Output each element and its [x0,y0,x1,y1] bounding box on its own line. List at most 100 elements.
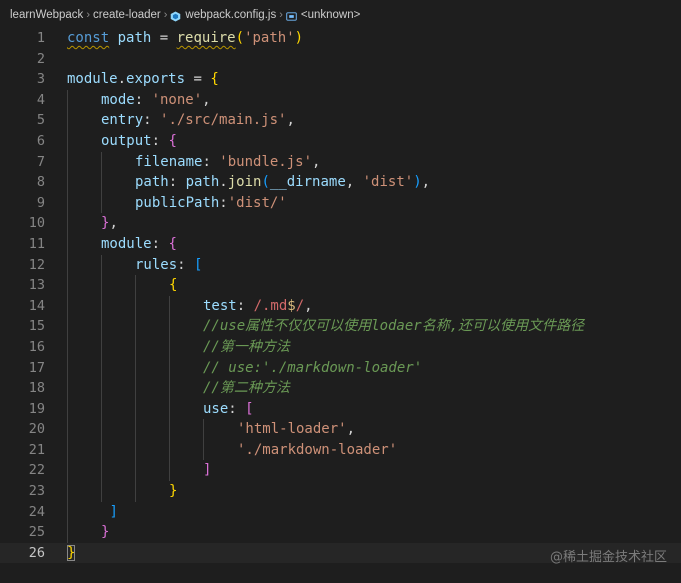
code-token: rules [135,256,178,273]
indent-guide [169,378,170,399]
indent-guide [135,439,136,461]
indent-guide [135,460,136,482]
code-token: 'html-loader' [237,421,347,438]
code-token: join [227,174,262,191]
line-content: } [101,522,109,543]
line-number: 20 [28,421,45,438]
code-line[interactable]: 21 './markdown-loader' [0,439,681,461]
line-content: //use属性不仅仅可以使用lodaer名称,还可以使用文件路径 [203,316,584,337]
code-token: filename [135,153,203,170]
code-line[interactable]: 10}, [0,213,681,234]
code-line[interactable]: 25} [0,522,681,543]
code-line[interactable]: 23} [0,481,681,502]
code-token: 'dist' [362,174,414,191]
code-token: 'bundle.js' [219,153,313,170]
indent-guide [135,336,136,358]
line-content: './markdown-loader' [237,440,397,461]
code-token: test [203,297,237,314]
line-content: 'html-loader', [237,419,355,440]
indent-guide [67,357,68,379]
code-line[interactable]: 20 'html-loader', [0,419,681,440]
code-token: const [67,30,110,46]
line-number: 4 [36,91,45,108]
line-number: 13 [28,277,45,294]
code-line[interactable]: 1 const path = require('path') [0,28,681,49]
breadcrumb-folder-learnwebpack[interactable]: learnWebpack [10,9,83,21]
code-token: ) [294,30,304,46]
code-line[interactable]: 19 use: [ [0,398,681,420]
code-area[interactable]: 1 const path = require('path') 2 3 module.ex… [0,28,681,564]
code-line[interactable]: 14 test: /.md$/, [0,295,681,317]
code-token: : [228,400,246,417]
code-token: . [219,174,228,191]
code-line[interactable]: 6 output: { [0,130,681,152]
indent-guide [135,295,136,317]
code-line[interactable]: 18 //第二种方法 [0,378,681,399]
line-content: module.exports = { [67,69,219,90]
line-number: 25 [28,524,45,541]
indent-guide [67,172,68,193]
line-number: 19 [28,400,45,417]
code-line[interactable]: 9 publicPath:'dist/' [0,192,681,214]
indent-guide [101,295,102,317]
code-token: mode [101,91,135,108]
code-token: module [101,235,152,252]
indent-guide [169,419,170,440]
breadcrumb-file-webpack-config[interactable]: webpack.config.js [185,9,276,21]
indent-guide [67,254,68,276]
code-line[interactable]: 17 // use:'./markdown-loader' [0,357,681,379]
code-token: : [219,194,228,211]
code-token: require [176,30,236,46]
code-token: ( [261,174,270,191]
code-token: use [203,400,229,417]
indent-guide [101,151,102,173]
indent-guide [67,233,68,255]
code-line[interactable]: 12 rules: [ [0,254,681,276]
code-token: { [169,277,178,294]
code-token: , [304,297,313,314]
line-number: 21 [28,441,45,458]
breadcrumb-symbol-unknown[interactable]: <unknown> [301,9,360,21]
code-line[interactable]: 5 entry: './src/main.js', [0,110,681,131]
line-content: //第二种方法 [203,378,290,399]
line-content: ] [101,502,117,523]
line-content: //第一种方法 [203,337,290,358]
indent-guide [101,316,102,337]
indent-guide [67,110,68,131]
code-line[interactable]: 4 mode: 'none', [0,89,681,111]
code-token: exports [126,71,186,88]
line-content: filename: 'bundle.js', [135,152,320,173]
code-token: { [168,132,177,149]
code-line[interactable]: 13 { [0,275,681,296]
code-token: 'dist/' [227,194,287,211]
code-line[interactable]: 2 [0,49,681,70]
code-token: / [295,297,305,314]
code-line[interactable]: 8 path: path.join(__dirname, 'dist'), [0,172,681,193]
breadcrumb-folder-create-loader[interactable]: create-loader [93,9,161,21]
line-number: 10 [28,215,45,232]
code-token: __dirname [269,174,346,191]
code-line[interactable]: 7 filename: 'bundle.js', [0,151,681,173]
line-number: 18 [28,380,45,397]
watermark: @稀土掘金技术社区 [549,550,667,565]
code-line[interactable]: 16 //第一种方法 [0,336,681,358]
code-line[interactable]: 11 module: { [0,233,681,255]
code-token: : [202,153,220,170]
code-token: path [135,174,169,191]
code-line[interactable]: 15 //use属性不仅仅可以使用lodaer名称,还可以使用文件路径 [0,316,681,337]
indent-guide [67,275,68,296]
code-token: entry [101,112,144,129]
code-line[interactable]: 22] [0,460,681,482]
symbol-variable-icon [286,11,297,22]
line-content: publicPath:'dist/' [135,193,287,214]
indent-guide [203,419,204,440]
code-token: $ [287,297,296,314]
line-number: 8 [36,174,45,191]
indent-guide [67,439,68,461]
breadcrumb-separator: › [86,9,90,21]
indent-guide [101,419,102,440]
code-editor[interactable]: learnWebpack › create-loader › webpack.c… [0,0,681,583]
code-line[interactable]: 24 ] [0,501,681,523]
code-token: { [210,71,219,88]
code-line[interactable]: 3 module.exports = { [0,69,681,90]
